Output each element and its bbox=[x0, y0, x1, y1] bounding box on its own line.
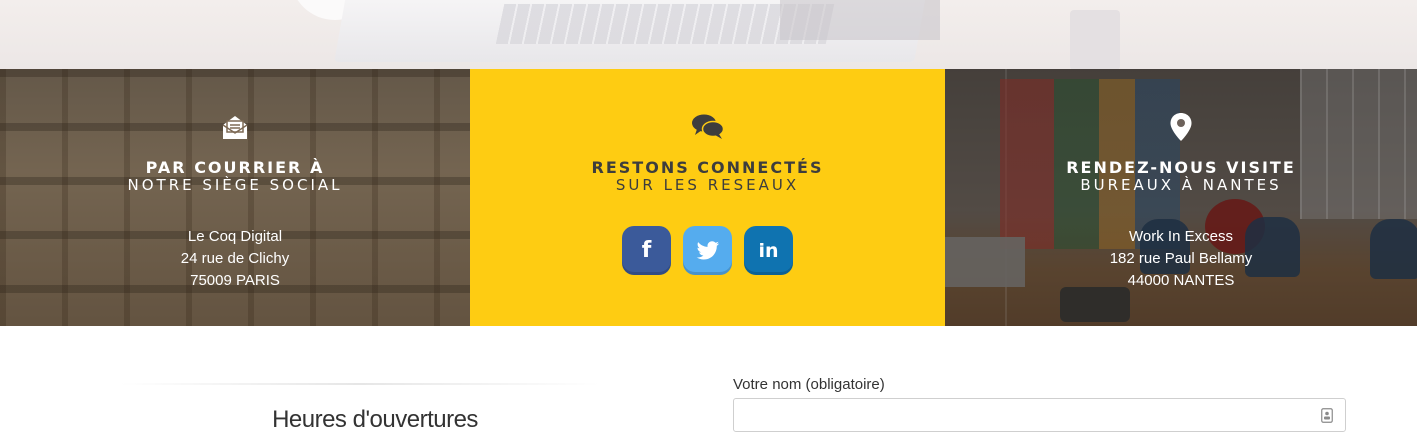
panel-subtitle: SUR LES RESEAUX bbox=[615, 176, 800, 194]
address-line: 44000 NANTES bbox=[1127, 272, 1235, 289]
panel-title: RENDEZ-NOUS VISITE bbox=[1066, 158, 1296, 177]
facebook-icon: f bbox=[641, 238, 652, 263]
twitter-button[interactable] bbox=[683, 226, 732, 275]
social-links: f in bbox=[470, 226, 945, 275]
hero-image bbox=[0, 0, 1417, 69]
name-field-label: Votre nom (obligatoire) bbox=[733, 376, 885, 393]
address-block: Work In Excess 182 rue Paul Bellamy 4400… bbox=[945, 226, 1417, 292]
name-input[interactable] bbox=[733, 398, 1346, 432]
address-line: 75009 PARIS bbox=[190, 272, 280, 289]
address-line: 24 rue de Clichy bbox=[180, 250, 290, 267]
panel-visite: RENDEZ-NOUS VISITE BUREAUX À NANTES Work… bbox=[945, 69, 1417, 326]
address-line: 182 rue Paul Bellamy bbox=[1109, 250, 1253, 267]
panel-title: RESTONS CONNECTÉS bbox=[591, 158, 824, 177]
address-block: Le Coq Digital 24 rue de Clichy 75009 PA… bbox=[0, 226, 470, 292]
chat-bubbles-icon bbox=[691, 114, 724, 139]
twitter-bird-icon bbox=[696, 240, 719, 259]
hero-lamp bbox=[1070, 10, 1120, 69]
facebook-button[interactable]: f bbox=[622, 226, 671, 275]
hours-title: Heures d'ouvertures bbox=[272, 406, 478, 433]
panel-reseaux: RESTONS CONNECTÉS SUR LES RESEAUX f in bbox=[470, 69, 945, 326]
panel-subtitle: NOTRE SIÈGE SOCIAL bbox=[127, 176, 343, 194]
panel-subtitle: BUREAUX À NANTES bbox=[1080, 176, 1282, 194]
contact-card-icon[interactable] bbox=[1321, 408, 1333, 423]
section-divider bbox=[120, 383, 600, 385]
address-line: Le Coq Digital bbox=[187, 228, 283, 245]
address-line: Work In Excess bbox=[1129, 228, 1233, 245]
map-marker-icon bbox=[1170, 113, 1192, 141]
hero-screen bbox=[780, 0, 940, 40]
linkedin-button[interactable]: in bbox=[744, 226, 793, 275]
panel-title: PAR COURRIER À bbox=[145, 158, 325, 177]
linkedin-icon: in bbox=[758, 239, 779, 262]
envelope-open-icon bbox=[222, 116, 248, 139]
panel-courrier: PAR COURRIER À NOTRE SIÈGE SOCIAL Le Coq… bbox=[0, 69, 470, 326]
